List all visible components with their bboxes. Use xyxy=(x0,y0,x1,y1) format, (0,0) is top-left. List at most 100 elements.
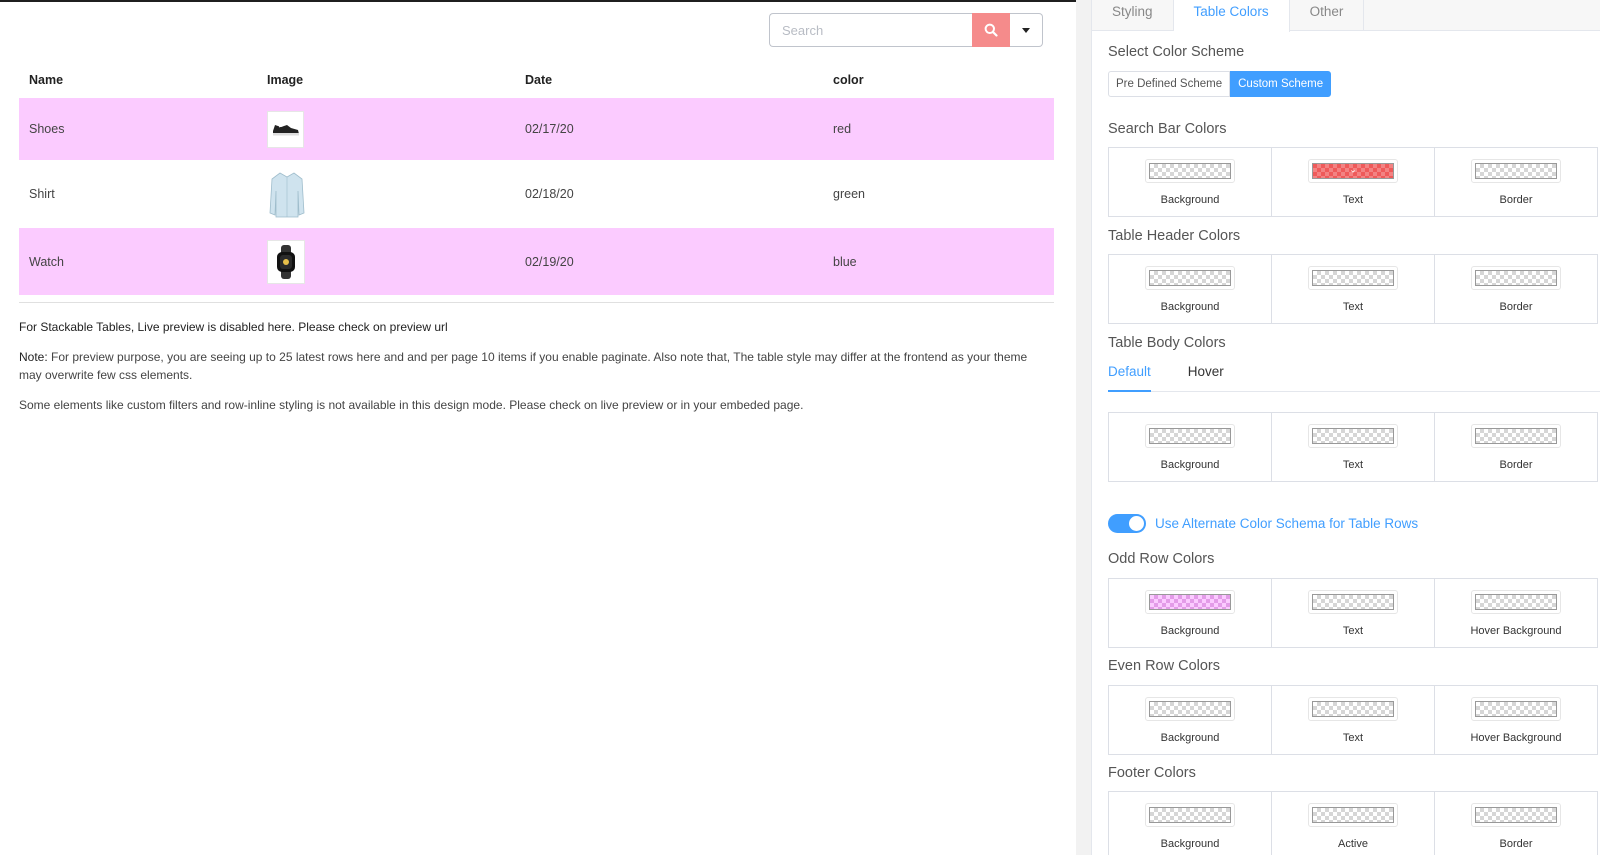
table-row: Shoes 02/17/20 red xyxy=(19,98,1054,160)
color-label: Text xyxy=(1342,625,1364,637)
color-cell: Border xyxy=(1434,254,1598,324)
tab-hover[interactable]: Hover xyxy=(1188,361,1224,391)
color-picker[interactable] xyxy=(1308,424,1398,448)
search-bar-colors-title: Search Bar Colors xyxy=(1108,121,1227,137)
color-picker[interactable] xyxy=(1471,159,1561,183)
color-picker[interactable] xyxy=(1145,697,1235,721)
shirt-icon xyxy=(269,172,305,218)
column-header-color[interactable]: color xyxy=(823,62,1054,98)
tab-table-colors[interactable]: Table Colors xyxy=(1173,0,1290,32)
column-header-name[interactable]: Name xyxy=(19,62,257,98)
color-cell: Background xyxy=(1108,685,1272,755)
even-row-colors-grid: Background Text Hover Background xyxy=(1108,685,1600,755)
table-preview: Name Image Date color Shoes 02/17/20 red… xyxy=(0,2,1076,855)
alternate-colors-toggle[interactable] xyxy=(1108,514,1146,533)
cell-color: red xyxy=(833,122,852,136)
odd-row-colors-grid: Background Text Hover Background xyxy=(1108,578,1600,648)
note-text: For preview purpose, you are seeing up t… xyxy=(19,350,1028,382)
color-label: Hover Background xyxy=(1470,625,1562,637)
even-row-colors-title: Even Row Colors xyxy=(1108,658,1221,674)
cell-name: Shoes xyxy=(29,122,65,136)
shoes-image xyxy=(267,110,304,148)
panel-divider[interactable] xyxy=(1076,0,1092,855)
color-cell: Hover Background xyxy=(1434,685,1598,755)
color-label: Text xyxy=(1342,301,1364,313)
color-picker[interactable] xyxy=(1145,159,1235,183)
color-picker[interactable] xyxy=(1471,803,1561,827)
color-cell: Active xyxy=(1271,791,1435,855)
color-cell: Background xyxy=(1108,791,1272,855)
color-label: Border xyxy=(1499,301,1533,313)
custom-scheme-button[interactable]: Custom Scheme xyxy=(1230,71,1332,97)
header-colors-title: Table Header Colors xyxy=(1108,228,1241,244)
cell-name: Shirt xyxy=(29,187,55,201)
color-picker[interactable] xyxy=(1308,590,1398,614)
table-row: Shirt 02/18/20 green xyxy=(19,160,1054,228)
search-input[interactable] xyxy=(769,13,972,47)
color-label: Border xyxy=(1499,838,1533,850)
color-label: Border xyxy=(1499,194,1533,206)
color-picker[interactable] xyxy=(1145,266,1235,290)
color-label: Background xyxy=(1160,459,1220,471)
column-header-date[interactable]: Date xyxy=(515,62,823,98)
color-picker[interactable] xyxy=(1308,266,1398,290)
color-label: Hover Background xyxy=(1470,732,1562,744)
tab-styling[interactable]: Styling xyxy=(1092,0,1174,31)
color-cell: Border xyxy=(1434,412,1598,482)
shoes-icon xyxy=(272,125,299,136)
color-picker[interactable] xyxy=(1471,590,1561,614)
color-picker[interactable]: ⌄ xyxy=(1308,159,1398,183)
color-cell: Background xyxy=(1108,254,1272,324)
color-label: Text xyxy=(1342,732,1364,744)
header-colors-grid: Background Text Border xyxy=(1108,254,1600,324)
search-icon xyxy=(984,23,998,37)
body-colors-title: Table Body Colors xyxy=(1108,335,1226,351)
color-picker[interactable] xyxy=(1145,424,1235,448)
predefined-scheme-button[interactable]: Pre Defined Scheme xyxy=(1108,71,1231,97)
color-picker[interactable] xyxy=(1145,803,1235,827)
color-label: Background xyxy=(1160,732,1220,744)
search-button[interactable] xyxy=(972,13,1010,47)
color-cell: Text xyxy=(1271,578,1435,648)
color-label: Text xyxy=(1342,194,1364,206)
color-picker[interactable] xyxy=(1145,590,1235,614)
cell-color: blue xyxy=(833,254,857,269)
tab-other[interactable]: Other xyxy=(1290,0,1365,31)
color-label: Active xyxy=(1338,838,1368,850)
cell-color: green xyxy=(833,187,865,201)
color-picker[interactable] xyxy=(1471,424,1561,448)
color-label: Background xyxy=(1160,625,1220,637)
footer-colors-title: Footer Colors xyxy=(1108,765,1196,781)
watch-image xyxy=(267,239,305,284)
color-picker[interactable] xyxy=(1308,803,1398,827)
color-cell: Text xyxy=(1271,685,1435,755)
color-picker[interactable] xyxy=(1471,697,1561,721)
table-row: Watch 02/19/20 blue xyxy=(19,228,1054,295)
data-table: Name Image Date color Shoes 02/17/20 red… xyxy=(19,62,1054,295)
alternate-colors-label: Use Alternate Color Schema for Table Row… xyxy=(1155,516,1419,531)
settings-panel: Styling Table Colors Other Select Color … xyxy=(1092,0,1600,855)
color-label: Background xyxy=(1160,838,1220,850)
color-cell: Background xyxy=(1108,412,1272,482)
elements-note: Some elements like custom filters and ro… xyxy=(19,398,804,412)
color-picker[interactable] xyxy=(1471,266,1561,290)
cell-date: 02/18/20 xyxy=(525,187,574,201)
search-bar-colors-grid: Background ⌄ Text Border xyxy=(1108,147,1600,217)
notes-section: For Stackable Tables, Live preview is di… xyxy=(19,318,1029,426)
color-cell: Text xyxy=(1271,254,1435,324)
color-cell: Hover Background xyxy=(1434,578,1598,648)
scheme-selector: Pre Defined Scheme Custom Scheme xyxy=(1108,71,1332,97)
alternate-colors-row: Use Alternate Color Schema for Table Row… xyxy=(1108,514,1418,533)
cell-date: 02/17/20 xyxy=(525,122,574,136)
caret-down-icon xyxy=(1022,27,1030,33)
table-bottom-border xyxy=(19,302,1054,303)
odd-row-colors-title: Odd Row Colors xyxy=(1108,551,1215,567)
color-picker[interactable] xyxy=(1308,697,1398,721)
panel-tabs: Styling Table Colors Other xyxy=(1092,0,1600,32)
color-label: Border xyxy=(1499,459,1533,471)
column-header-image[interactable]: Image xyxy=(257,62,515,98)
search-dropdown-button[interactable] xyxy=(1010,13,1043,47)
color-label: Text xyxy=(1342,459,1364,471)
color-cell: ⌄ Text xyxy=(1271,147,1435,217)
tab-default[interactable]: Default xyxy=(1108,361,1151,392)
